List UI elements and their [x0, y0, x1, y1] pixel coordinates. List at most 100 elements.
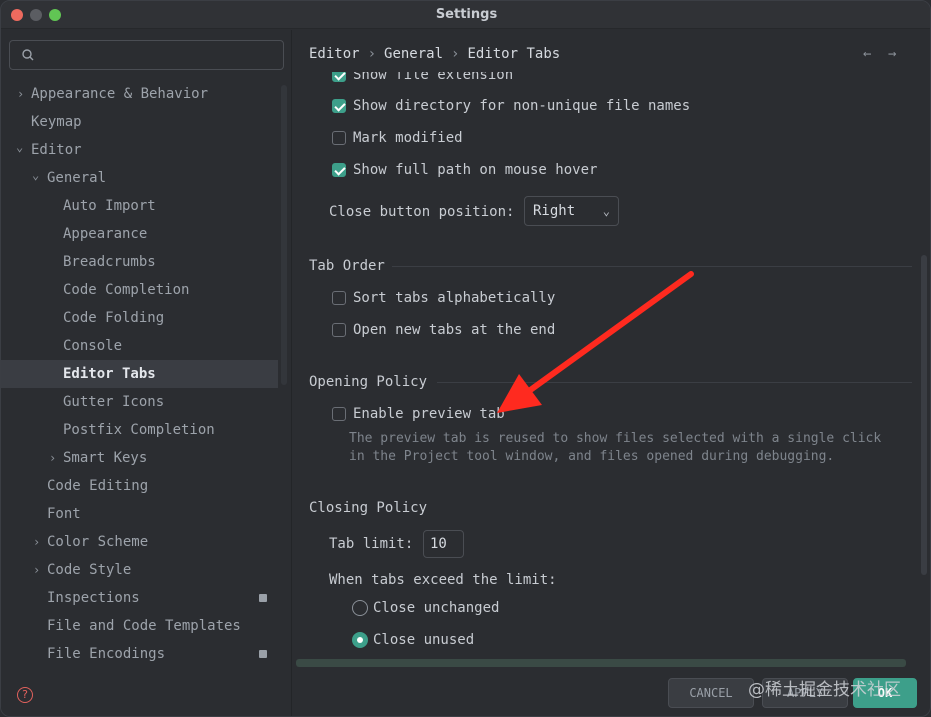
tree-item-smart-keys[interactable]: › Smart Keys [1, 444, 278, 472]
tree-item-label: Editor Tabs [63, 366, 156, 382]
show-full-path-checkbox[interactable] [332, 163, 346, 177]
tree-item-label: General [47, 170, 107, 186]
chevron-down-icon: ⌄ [602, 204, 610, 218]
tree-item-label: Code Editing [47, 478, 149, 494]
tree-item-label: Inspections [47, 590, 140, 606]
tree-item-file-code-templates[interactable]: File and Code Templates [1, 612, 278, 640]
breadcrumb-separator-icon: › [367, 46, 377, 62]
search-input[interactable] [42, 45, 277, 65]
tree-item-editor-tabs[interactable]: Editor Tabs [1, 360, 278, 388]
chevron-right-icon[interactable]: › [33, 528, 45, 556]
close-button-position-select[interactable]: Right ⌄ [524, 196, 619, 226]
tree-item-breadcrumbs[interactable]: Breadcrumbs [1, 248, 278, 276]
project-scope-icon [259, 650, 267, 658]
option-label: Close unchanged [373, 600, 500, 616]
tab-order-title: Tab Order [309, 258, 385, 274]
tree-item-label: Console [63, 338, 123, 354]
tree-item-auto-import[interactable]: Auto Import [1, 192, 278, 220]
tree-item-label: Code Completion [63, 282, 190, 298]
tree-item-label: Gutter Icons [63, 394, 165, 410]
tree-item-label: Auto Import [63, 198, 156, 214]
horizontal-scrollbar[interactable] [296, 659, 906, 667]
option-label: Show full path on mouse hover [353, 162, 598, 178]
search-box[interactable] [9, 40, 284, 70]
enable-preview-checkbox[interactable] [332, 407, 346, 421]
tree-item-label: Color Scheme [47, 534, 149, 550]
chevron-down-icon[interactable]: ⌄ [32, 161, 44, 189]
tree-item-color-scheme[interactable]: › Color Scheme [1, 528, 278, 556]
mark-modified-checkbox[interactable] [332, 131, 346, 145]
tree-item-code-editing[interactable]: Code Editing [1, 472, 278, 500]
option-label: Open new tabs at the end [353, 322, 556, 338]
tab-limit-input[interactable]: 10 [423, 530, 464, 558]
tab-limit-label: Tab limit: [329, 536, 414, 552]
tree-item-label: File and Code Templates [47, 618, 241, 634]
section-divider [437, 382, 912, 383]
search-icon [22, 49, 34, 61]
tree-item-gutter-icons[interactable]: Gutter Icons [1, 388, 278, 416]
content-scrollbar[interactable] [921, 255, 927, 575]
title-bar: Settings [1, 1, 930, 29]
tree-item-label: Smart Keys [63, 450, 148, 466]
cancel-button[interactable]: CANCEL [668, 678, 754, 708]
tree-item-postfix-completion[interactable]: Postfix Completion [1, 416, 278, 444]
option-label: Sort tabs alphabetically [353, 290, 556, 306]
forward-arrow-icon[interactable]: → [888, 46, 896, 62]
back-arrow-icon[interactable]: ← [863, 46, 871, 62]
exceed-limit-label: When tabs exceed the limit: [329, 572, 557, 588]
tree-item-editor[interactable]: ⌄ Editor [1, 136, 278, 164]
section-divider [392, 266, 912, 267]
option-label: Mark modified [353, 130, 463, 146]
select-value: Right [533, 203, 576, 219]
tree-item-file-encodings[interactable]: File Encodings [1, 640, 278, 668]
open-at-end-checkbox[interactable] [332, 323, 346, 337]
watermark-text: @稀土掘金技术社区 [748, 680, 901, 700]
window-title: Settings [435, 7, 498, 22]
help-icon[interactable]: ? [17, 687, 33, 703]
project-scope-icon [259, 594, 267, 602]
tree-item-code-folding[interactable]: Code Folding [1, 304, 278, 332]
tree-item-inspections[interactable]: Inspections [1, 584, 278, 612]
close-button-position-label: Close button position: [329, 204, 515, 220]
tree-item-appearance-behavior[interactable]: › Appearance & Behavior [1, 80, 278, 108]
chevron-right-icon[interactable]: › [17, 80, 29, 108]
closing-policy-title: Closing Policy [309, 500, 428, 516]
tree-item-general[interactable]: ⌄ General [1, 164, 278, 192]
tree-item-code-style[interactable]: › Code Style [1, 556, 278, 584]
preview-hint-line-2: in the Project tool window, and files op… [349, 449, 835, 464]
tree-item-label: Code Style [47, 562, 132, 578]
opening-policy-title: Opening Policy [309, 374, 428, 390]
tree-item-label: Appearance & Behavior [31, 86, 209, 102]
tree-item-label: Editor [31, 142, 82, 158]
option-label: Show directory for non-unique file names [353, 98, 691, 114]
sort-alpha-checkbox[interactable] [332, 291, 346, 305]
sidebar-scrollbar[interactable] [281, 85, 287, 385]
option-label: Show file extension [353, 72, 514, 83]
tree-item-label: File Encodings [47, 646, 166, 662]
chevron-right-icon[interactable]: › [33, 556, 45, 584]
tree-item-font[interactable]: Font [1, 500, 278, 528]
tree-item-label: Breadcrumbs [63, 254, 156, 270]
breadcrumb-separator-icon: › [451, 46, 460, 62]
settings-tree: › Appearance & Behavior Keymap ⌄ Editor … [1, 80, 278, 668]
tree-item-label: Appearance [63, 226, 148, 242]
editor-tabs-settings: Show file extension Show directory for n… [292, 72, 930, 672]
breadcrumb-editor[interactable]: Editor [309, 46, 360, 62]
tree-item-keymap[interactable]: Keymap [1, 108, 278, 136]
tree-item-label: Postfix Completion [63, 422, 215, 438]
close-unused-radio[interactable] [352, 632, 368, 648]
tree-item-console[interactable]: Console [1, 332, 278, 360]
option-label: Enable preview tab [353, 406, 505, 422]
tree-item-label: Code Folding [63, 310, 165, 326]
breadcrumb-general[interactable]: General [384, 46, 443, 62]
breadcrumb-editor-tabs: Editor Tabs [467, 46, 561, 62]
chevron-right-icon[interactable]: › [49, 444, 61, 472]
settings-sidebar: › Appearance & Behavior Keymap ⌄ Editor … [1, 30, 291, 716]
chevron-down-icon[interactable]: ⌄ [16, 133, 28, 161]
show-directory-checkbox[interactable] [332, 99, 346, 113]
tree-item-appearance[interactable]: Appearance [1, 220, 278, 248]
settings-content-panel: Editor › General › Editor Tabs ← → Show file… [292, 30, 930, 716]
tree-item-code-completion[interactable]: Code Completion [1, 276, 278, 304]
show-file-extension-checkbox[interactable] [332, 72, 346, 82]
close-unchanged-radio[interactable] [352, 600, 368, 616]
